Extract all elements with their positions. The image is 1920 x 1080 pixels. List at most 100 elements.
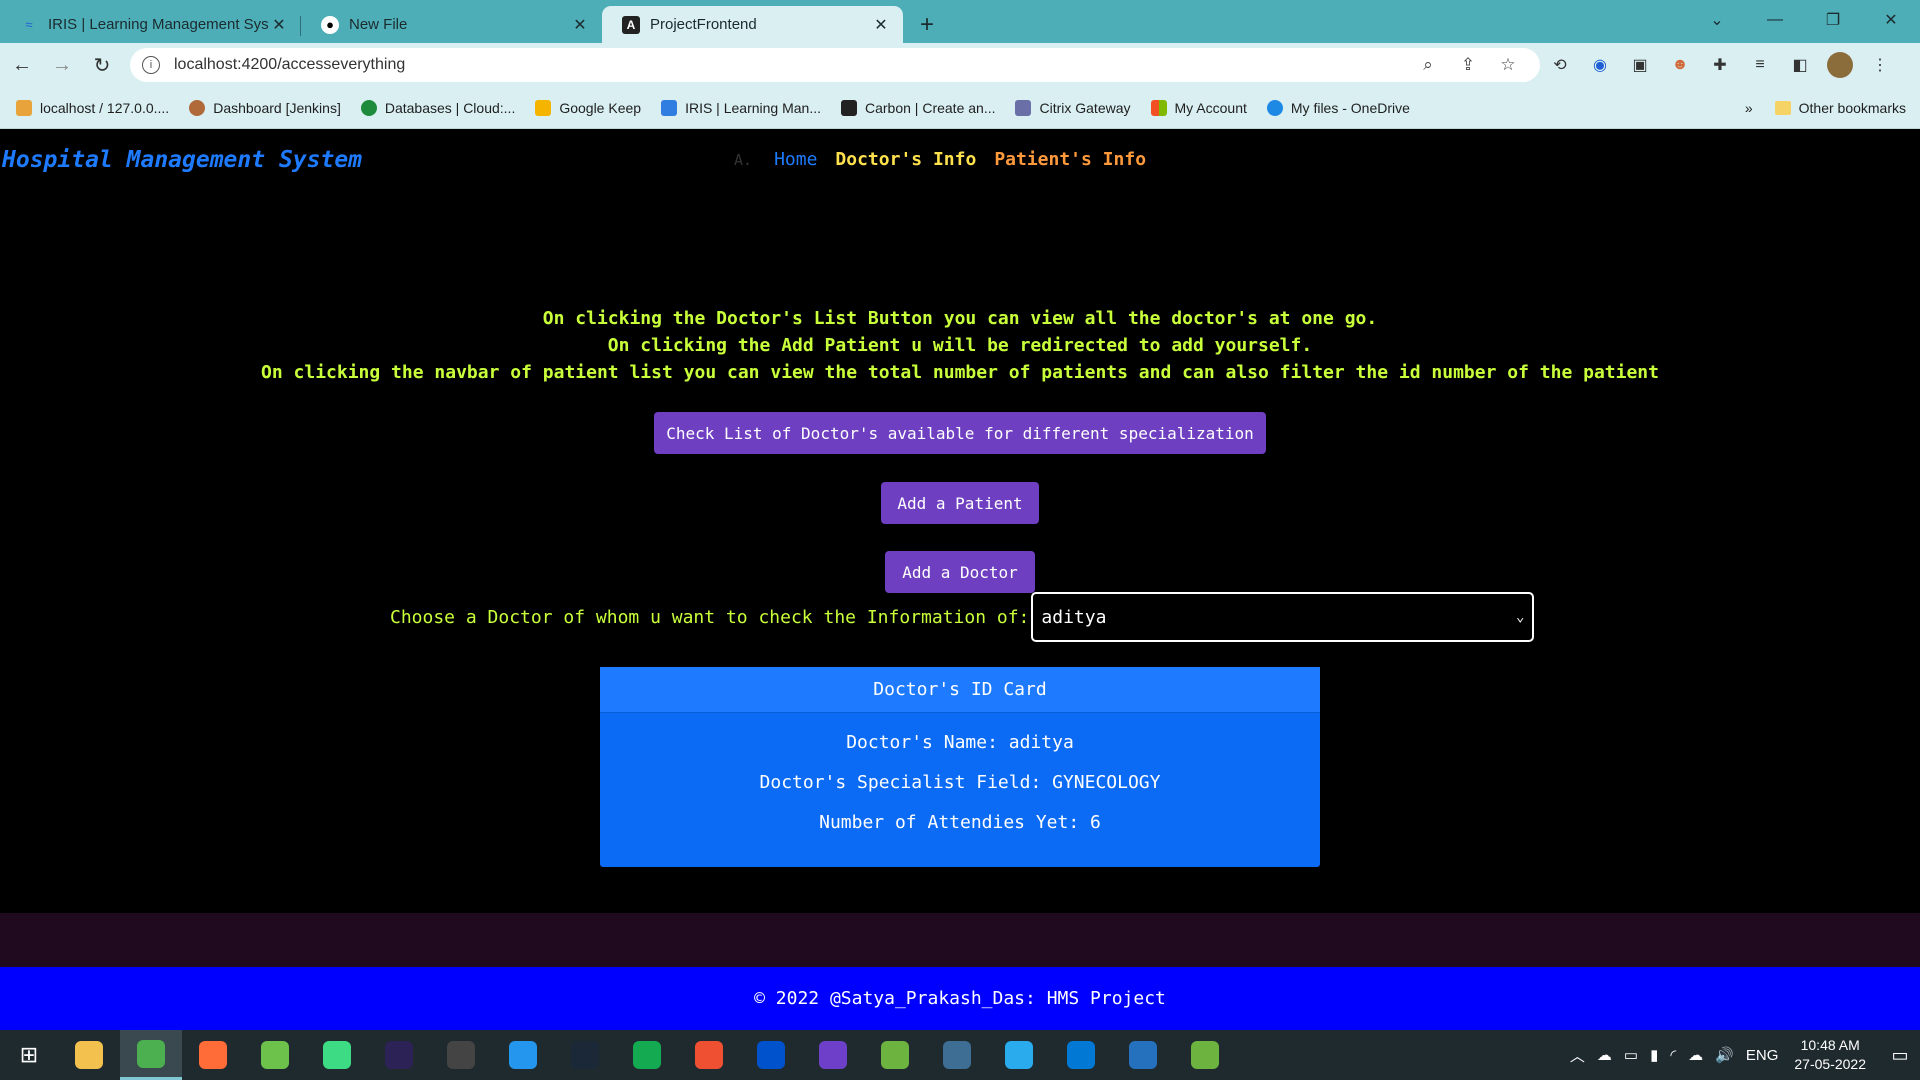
taskbar-mysql-workbench-icon[interactable] [926, 1030, 988, 1080]
doctor-attendies: Number of Attendies Yet: 6 [819, 812, 1101, 833]
taskbar-mongodb-compass-icon[interactable] [616, 1030, 678, 1080]
bookmark-star-icon[interactable]: ☆ [1488, 55, 1528, 75]
close-icon[interactable]: ✕ [871, 15, 891, 35]
taskbar-file-explorer-icon[interactable] [58, 1030, 120, 1080]
instruction-line: On clicking the Add Patient u will be re… [607, 335, 1313, 356]
mongodb-icon [360, 99, 377, 116]
taskbar-android-studio-icon[interactable] [306, 1030, 368, 1080]
steam-icon [571, 1041, 599, 1069]
cloud-icon[interactable]: ☁ [1688, 1046, 1703, 1064]
taskbar-spring-boot-icon[interactable] [1174, 1030, 1236, 1080]
tab-new-file[interactable]: ● New File ✕ [301, 6, 602, 43]
close-icon[interactable]: ✕ [570, 15, 590, 35]
bookmark-item[interactable]: Google Keep [535, 99, 641, 116]
extension-icon[interactable]: ⟲ [1540, 48, 1580, 82]
windows-start-icon[interactable]: ⊞ [0, 1030, 58, 1080]
taskbar-git-icon[interactable] [678, 1030, 740, 1080]
other-bookmarks[interactable]: Other bookmarks [1799, 100, 1906, 116]
notification-icon[interactable]: ▭ [1880, 1045, 1920, 1066]
taskbar-github-desktop-icon[interactable] [802, 1030, 864, 1080]
taskbar-powershell-icon[interactable] [1112, 1030, 1174, 1080]
iris-icon [661, 99, 678, 116]
tab-project-frontend[interactable]: A ProjectFrontend ✕ [602, 6, 903, 43]
extension-icon[interactable]: ☻ [1660, 48, 1700, 82]
wifi-icon[interactable]: ◜ [1670, 1046, 1676, 1064]
tray-overflow-icon[interactable]: ︿ [1570, 1045, 1585, 1066]
bookmark-item[interactable]: My files - OneDrive [1266, 99, 1410, 116]
github-desktop-icon [819, 1041, 847, 1069]
taskbar-steam-icon[interactable] [554, 1030, 616, 1080]
taskbar-sourcetree-icon[interactable] [740, 1030, 802, 1080]
meet-icon[interactable]: ▭ [1624, 1046, 1638, 1064]
language-indicator[interactable]: ENG [1746, 1047, 1779, 1064]
taskbar-telegram-icon[interactable] [988, 1030, 1050, 1080]
volume-icon[interactable]: 🔊 [1715, 1046, 1734, 1064]
site-info-icon[interactable]: i [142, 56, 160, 74]
add-doctor-button[interactable]: Add a Doctor [885, 551, 1035, 593]
bookmark-item[interactable]: Databases | Cloud:... [360, 99, 515, 116]
add-patient-button[interactable]: Add a Patient [881, 482, 1039, 524]
forward-icon[interactable]: → [44, 47, 80, 83]
instruction-line: On clicking the Doctor's List Button you… [542, 308, 1378, 329]
bookmark-item[interactable]: Dashboard [Jenkins] [189, 99, 341, 116]
spring-boot-icon [1191, 1041, 1219, 1069]
new-tab-button[interactable]: + [909, 6, 945, 43]
taskbar-chrome-icon[interactable] [120, 1030, 182, 1080]
taskbar-vscode-icon[interactable] [1050, 1030, 1112, 1080]
brand-title[interactable]: Hospital Management System [2, 147, 362, 173]
battery-icon[interactable]: ▮ [1650, 1046, 1658, 1064]
extension-icon[interactable]: ▣ [1620, 48, 1660, 82]
bookmark-item[interactable]: IRIS | Learning Man... [661, 99, 821, 116]
onedrive-sync-icon[interactable]: ☁ [1597, 1046, 1612, 1064]
check-doctors-list-button[interactable]: Check List of Doctor's available for dif… [654, 412, 1266, 454]
onedrive-icon [1266, 99, 1283, 116]
nav-home-link[interactable]: Home [774, 149, 817, 170]
github-icon: ● [321, 15, 339, 34]
avatar[interactable] [1827, 52, 1853, 78]
footer-text: © 2022 @Satya_Prakash_Das: HMS Project [754, 988, 1166, 1009]
postman-icon [199, 1041, 227, 1069]
close-window-icon[interactable]: ✕ [1862, 0, 1920, 40]
taskbar-spring-tools-icon[interactable] [864, 1030, 926, 1080]
jenkins-icon [189, 99, 206, 116]
taskbar-obs-icon[interactable] [430, 1030, 492, 1080]
bookmark-item[interactable]: My Account [1150, 99, 1247, 116]
sourcetree-icon [757, 1041, 785, 1069]
taskbar-eclipse-icon[interactable] [368, 1030, 430, 1080]
nav-logo: A. [734, 150, 753, 169]
side-panel-icon[interactable]: ◧ [1780, 48, 1820, 82]
puzzle-icon[interactable]: ✚ [1700, 48, 1740, 82]
minimize-icon[interactable]: — [1746, 0, 1804, 40]
file-explorer-icon [75, 1041, 103, 1069]
media-icon[interactable]: ≡ [1740, 48, 1780, 82]
nav-doctors-info-link[interactable]: Doctor's Info [835, 149, 976, 170]
address-bar[interactable]: i localhost:4200/accesseverything ⌕ ⇪ ☆ [130, 48, 1540, 82]
bookmark-item[interactable]: Carbon | Create an... [841, 99, 995, 116]
tab-iris[interactable]: ≈ IRIS | Learning Management Syst ✕ [0, 6, 301, 43]
reload-icon[interactable]: ↻ [84, 47, 120, 83]
share-icon[interactable]: ⇪ [1448, 55, 1488, 75]
taskbar-docker-icon[interactable] [492, 1030, 554, 1080]
nav-patients-info-link[interactable]: Patient's Info [994, 149, 1146, 170]
telegram-icon [1005, 1041, 1033, 1069]
taskbar-nodejs-icon[interactable] [244, 1030, 306, 1080]
zoom-icon[interactable]: ⌕ [1408, 55, 1448, 75]
menu-icon[interactable]: ⋮ [1860, 48, 1900, 82]
clock[interactable]: 10:48 AM 27-05-2022 [1794, 1036, 1866, 1074]
doctor-select[interactable]: aditya ⌄ [1031, 592, 1535, 642]
close-icon[interactable]: ✕ [269, 15, 289, 35]
taskbar-postman-icon[interactable] [182, 1030, 244, 1080]
bookmark-item[interactable]: Citrix Gateway [1015, 99, 1131, 116]
extension-icon[interactable]: ◉ [1580, 48, 1620, 82]
mongodb-compass-icon [633, 1041, 661, 1069]
doctor-id-card: Doctor's ID Card Doctor's Name: aditya D… [600, 667, 1320, 867]
bookmark-item[interactable]: localhost / 127.0.0.... [16, 99, 169, 116]
tab-search-icon[interactable]: ⌄ [1688, 0, 1746, 40]
browser-toolbar: ← → ↻ i localhost:4200/accesseverything … [0, 43, 1920, 87]
chrome-icon [137, 1039, 165, 1068]
back-icon[interactable]: ← [4, 47, 40, 83]
bookmarks-overflow-icon[interactable]: » [1745, 100, 1753, 116]
url-text[interactable]: localhost:4200/accesseverything [174, 56, 1408, 74]
chevron-down-icon: ⌄ [1515, 609, 1525, 625]
restore-icon[interactable]: ❐ [1804, 0, 1862, 40]
